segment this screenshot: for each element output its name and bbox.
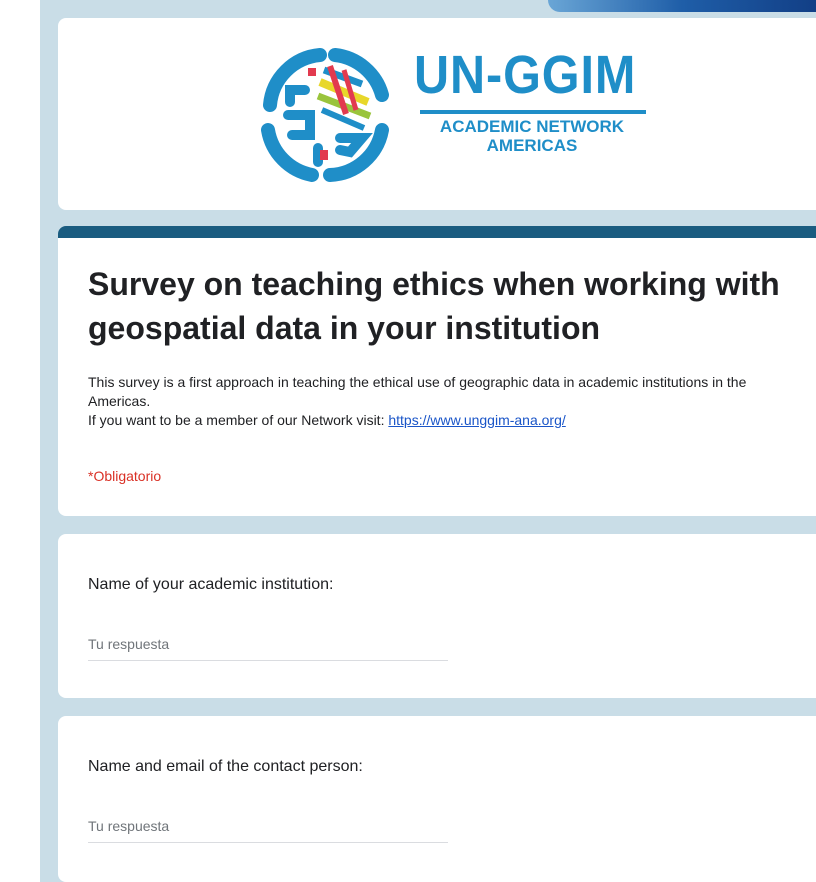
form-title-card: Survey on teaching ethics when working w… [58,226,816,516]
description-text: This survey is a first approach in teach… [88,374,747,409]
form-title: Survey on teaching ethics when working w… [88,266,780,346]
institution-answer-input[interactable] [88,630,448,658]
required-note: *Obligatorio [88,468,162,484]
description-member-text: If you want to be a member of our Networ… [88,412,389,428]
globe-logo-icon [261,48,389,182]
network-website-link[interactable]: https://www.unggim-ana.org/ [388,412,565,428]
question-card-institution: Name of your academic institution: [58,534,816,698]
header-image-card: UN-GGIM ACADEMIC NETWORK AMERICAS [58,18,816,210]
question-label: Name and email of the contact person: [88,758,363,775]
form-description: This survey is a first approach in teach… [88,373,798,430]
logo-title: UN-GGIM [414,45,637,105]
contact-answer-input[interactable] [88,812,448,840]
answer-field-container [88,812,448,843]
logo-subtitle-1: ACADEMIC NETWORK [439,117,625,136]
logo-divider [420,110,646,114]
question-label: Name of your academic institution: [88,576,334,593]
logo-subtitle-2: AMERICAS [486,136,578,155]
question-card-contact: Name and email of the contact person: [58,716,816,882]
unggim-logo: UN-GGIM ACADEMIC NETWORK AMERICAS [250,40,670,190]
answer-field-container [88,630,448,661]
corner-accent [548,0,816,12]
